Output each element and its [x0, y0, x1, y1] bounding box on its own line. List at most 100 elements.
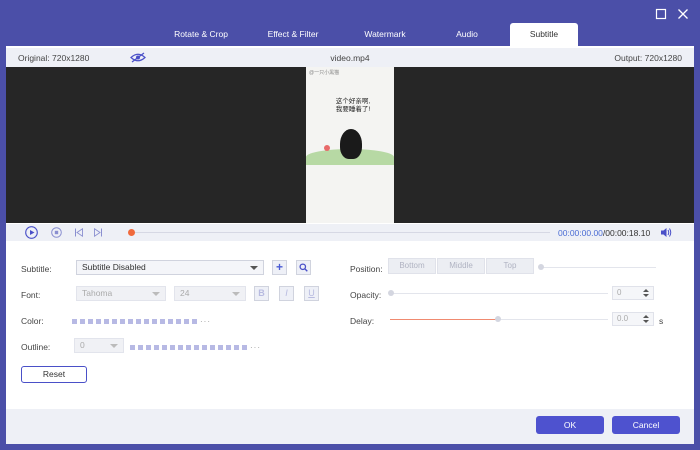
opacity-input[interactable]: 0 [612, 286, 654, 300]
stop-icon[interactable] [51, 227, 62, 238]
more-outline-colors-button[interactable]: ··· [250, 343, 261, 352]
playback-controls: 00:00:00.00/00:00:18.10 [6, 224, 694, 241]
outline-swatch[interactable] [202, 345, 207, 350]
cancel-button[interactable]: Cancel [612, 416, 680, 434]
outline-swatch[interactable] [194, 345, 199, 350]
color-swatch[interactable] [136, 319, 141, 324]
delay-label: Delay: [350, 316, 375, 326]
chevron-down-icon [250, 266, 258, 270]
previous-icon[interactable] [74, 228, 84, 237]
decrement-icon[interactable] [643, 294, 649, 297]
outline-swatch[interactable] [130, 345, 135, 350]
reset-button[interactable]: Reset [21, 366, 87, 383]
delay-slider-handle[interactable] [495, 316, 501, 322]
underline-button[interactable]: U [304, 286, 319, 301]
file-name: video.mp4 [330, 52, 370, 63]
color-swatch[interactable] [104, 319, 109, 324]
color-swatch[interactable] [88, 319, 93, 324]
outline-swatch[interactable] [218, 345, 223, 350]
position-slider-handle[interactable] [538, 264, 544, 270]
position-label: Position: [350, 264, 383, 274]
font-label: Font: [21, 290, 41, 300]
opacity-slider-handle[interactable] [388, 290, 394, 296]
close-icon[interactable] [677, 8, 689, 20]
volume-icon[interactable] [660, 227, 672, 238]
opacity-label: Opacity: [350, 290, 382, 300]
chevron-down-icon [152, 292, 160, 296]
chevron-down-icon [232, 292, 240, 296]
next-icon[interactable] [93, 228, 103, 237]
outline-swatch[interactable] [226, 345, 231, 350]
tab-audio[interactable]: Audio [432, 23, 502, 46]
outline-swatch[interactable] [170, 345, 175, 350]
ok-button[interactable]: OK [536, 416, 604, 434]
add-subtitle-button[interactable]: + [272, 260, 287, 275]
outline-swatch[interactable] [242, 345, 247, 350]
current-time: 00:00:00.00 [558, 228, 603, 238]
maximize-icon[interactable] [655, 8, 667, 20]
increment-icon[interactable] [643, 315, 649, 318]
total-time: /00:00:18.10 [602, 228, 651, 238]
tab-subtitle[interactable]: Subtitle [510, 23, 578, 46]
outline-swatch[interactable] [178, 345, 183, 350]
output-resolution: Output: 720x1280 [614, 52, 682, 63]
color-swatch[interactable] [96, 319, 101, 324]
italic-button[interactable]: I [279, 286, 294, 301]
outline-swatch[interactable] [146, 345, 151, 350]
color-swatch[interactable] [144, 319, 149, 324]
outline-swatch[interactable] [210, 345, 215, 350]
search-icon [299, 263, 308, 272]
video-watermark: @一只小黑猫 [309, 70, 340, 76]
position-bottom-button[interactable]: Bottom [388, 258, 436, 274]
tab-effect-filter[interactable]: Effect & Filter [248, 23, 338, 46]
delay-slider-fill [390, 319, 498, 320]
color-swatch[interactable] [176, 319, 181, 324]
color-swatch[interactable] [160, 319, 165, 324]
info-bar: Original: 720x1280 video.mp4 Output: 720… [6, 48, 694, 67]
position-top-button[interactable]: Top [486, 258, 534, 274]
color-swatch[interactable] [120, 319, 125, 324]
outline-value: 0 [80, 340, 85, 350]
opacity-value: 0 [617, 288, 622, 297]
outline-label: Outline: [21, 342, 51, 352]
subtitle-label: Subtitle: [21, 264, 52, 274]
delay-input[interactable]: 0.0 [612, 312, 654, 326]
more-colors-button[interactable]: ··· [200, 317, 211, 326]
video-frame: @一只小黑猫 这个好亲啊, 我要睡着了! [306, 67, 394, 223]
color-swatch[interactable] [152, 319, 157, 324]
decrement-icon[interactable] [643, 320, 649, 323]
progress-track[interactable] [130, 232, 550, 233]
subtitle-select[interactable]: Subtitle Disabled [76, 260, 264, 275]
video-caption: 这个好亲啊, 我要睡着了! [335, 98, 371, 113]
font-size-select[interactable]: 24 [174, 286, 246, 301]
play-icon[interactable] [25, 226, 38, 239]
color-swatch[interactable] [168, 319, 173, 324]
video-preview: @一只小黑猫 这个好亲啊, 我要睡着了! [6, 67, 694, 223]
outline-swatch[interactable] [138, 345, 143, 350]
opacity-slider[interactable] [392, 293, 608, 294]
progress-handle[interactable] [128, 229, 135, 236]
color-swatch[interactable] [112, 319, 117, 324]
color-swatch[interactable] [192, 319, 197, 324]
tab-watermark[interactable]: Watermark [340, 23, 430, 46]
color-label: Color: [21, 316, 44, 326]
tab-rotate-crop[interactable]: Rotate & Crop [156, 23, 246, 46]
outline-swatch[interactable] [186, 345, 191, 350]
font-family-select[interactable]: Tahoma [76, 286, 166, 301]
search-subtitle-button[interactable] [296, 260, 311, 275]
position-middle-button[interactable]: Middle [437, 258, 485, 274]
outline-select[interactable]: 0 [74, 338, 124, 353]
color-swatch[interactable] [80, 319, 85, 324]
position-slider[interactable] [540, 267, 656, 268]
color-swatch[interactable] [128, 319, 133, 324]
color-swatch[interactable] [184, 319, 189, 324]
chevron-down-icon [110, 344, 118, 348]
color-swatch[interactable] [72, 319, 77, 324]
outline-swatch[interactable] [234, 345, 239, 350]
outline-swatch[interactable] [154, 345, 159, 350]
increment-icon[interactable] [643, 289, 649, 292]
time-display: 00:00:00.00/00:00:18.10 [558, 228, 650, 238]
cat-illustration [340, 129, 362, 159]
outline-swatch[interactable] [162, 345, 167, 350]
bold-button[interactable]: B [254, 286, 269, 301]
